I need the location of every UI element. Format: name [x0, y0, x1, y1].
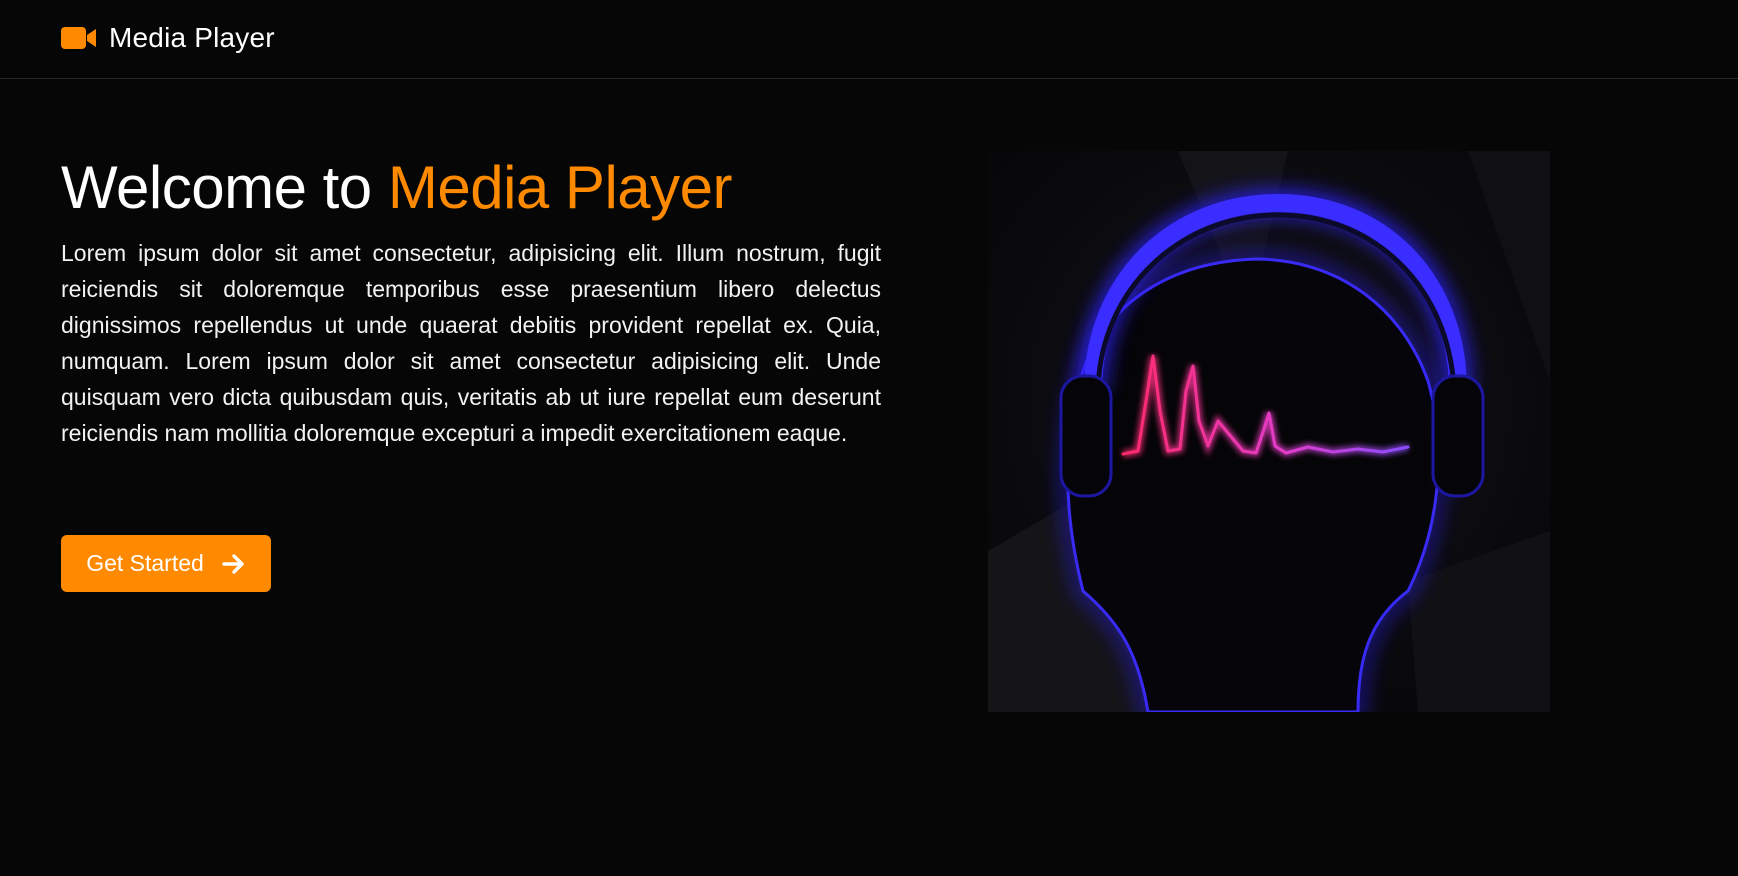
arrow-right-icon: [222, 553, 244, 574]
hero-title-prefix: Welcome to: [61, 154, 388, 221]
hero-title: Welcome to Media Player: [61, 148, 733, 228]
hero-title-accent: Media Player: [387, 154, 733, 221]
get-started-button[interactable]: Get Started: [61, 535, 271, 592]
video-camera-icon: [61, 27, 96, 49]
hero-description: Lorem ipsum dolor sit amet consectetur, …: [61, 240, 881, 446]
illustration-graphic: [988, 151, 1550, 712]
brand-logo-link[interactable]: Media Player: [61, 20, 275, 56]
navbar: Media Player: [0, 0, 1738, 79]
headphones-heartbeat-illustration: [988, 151, 1550, 712]
get-started-label: Get Started: [86, 550, 204, 576]
brand-name: Media Player: [109, 22, 275, 53]
